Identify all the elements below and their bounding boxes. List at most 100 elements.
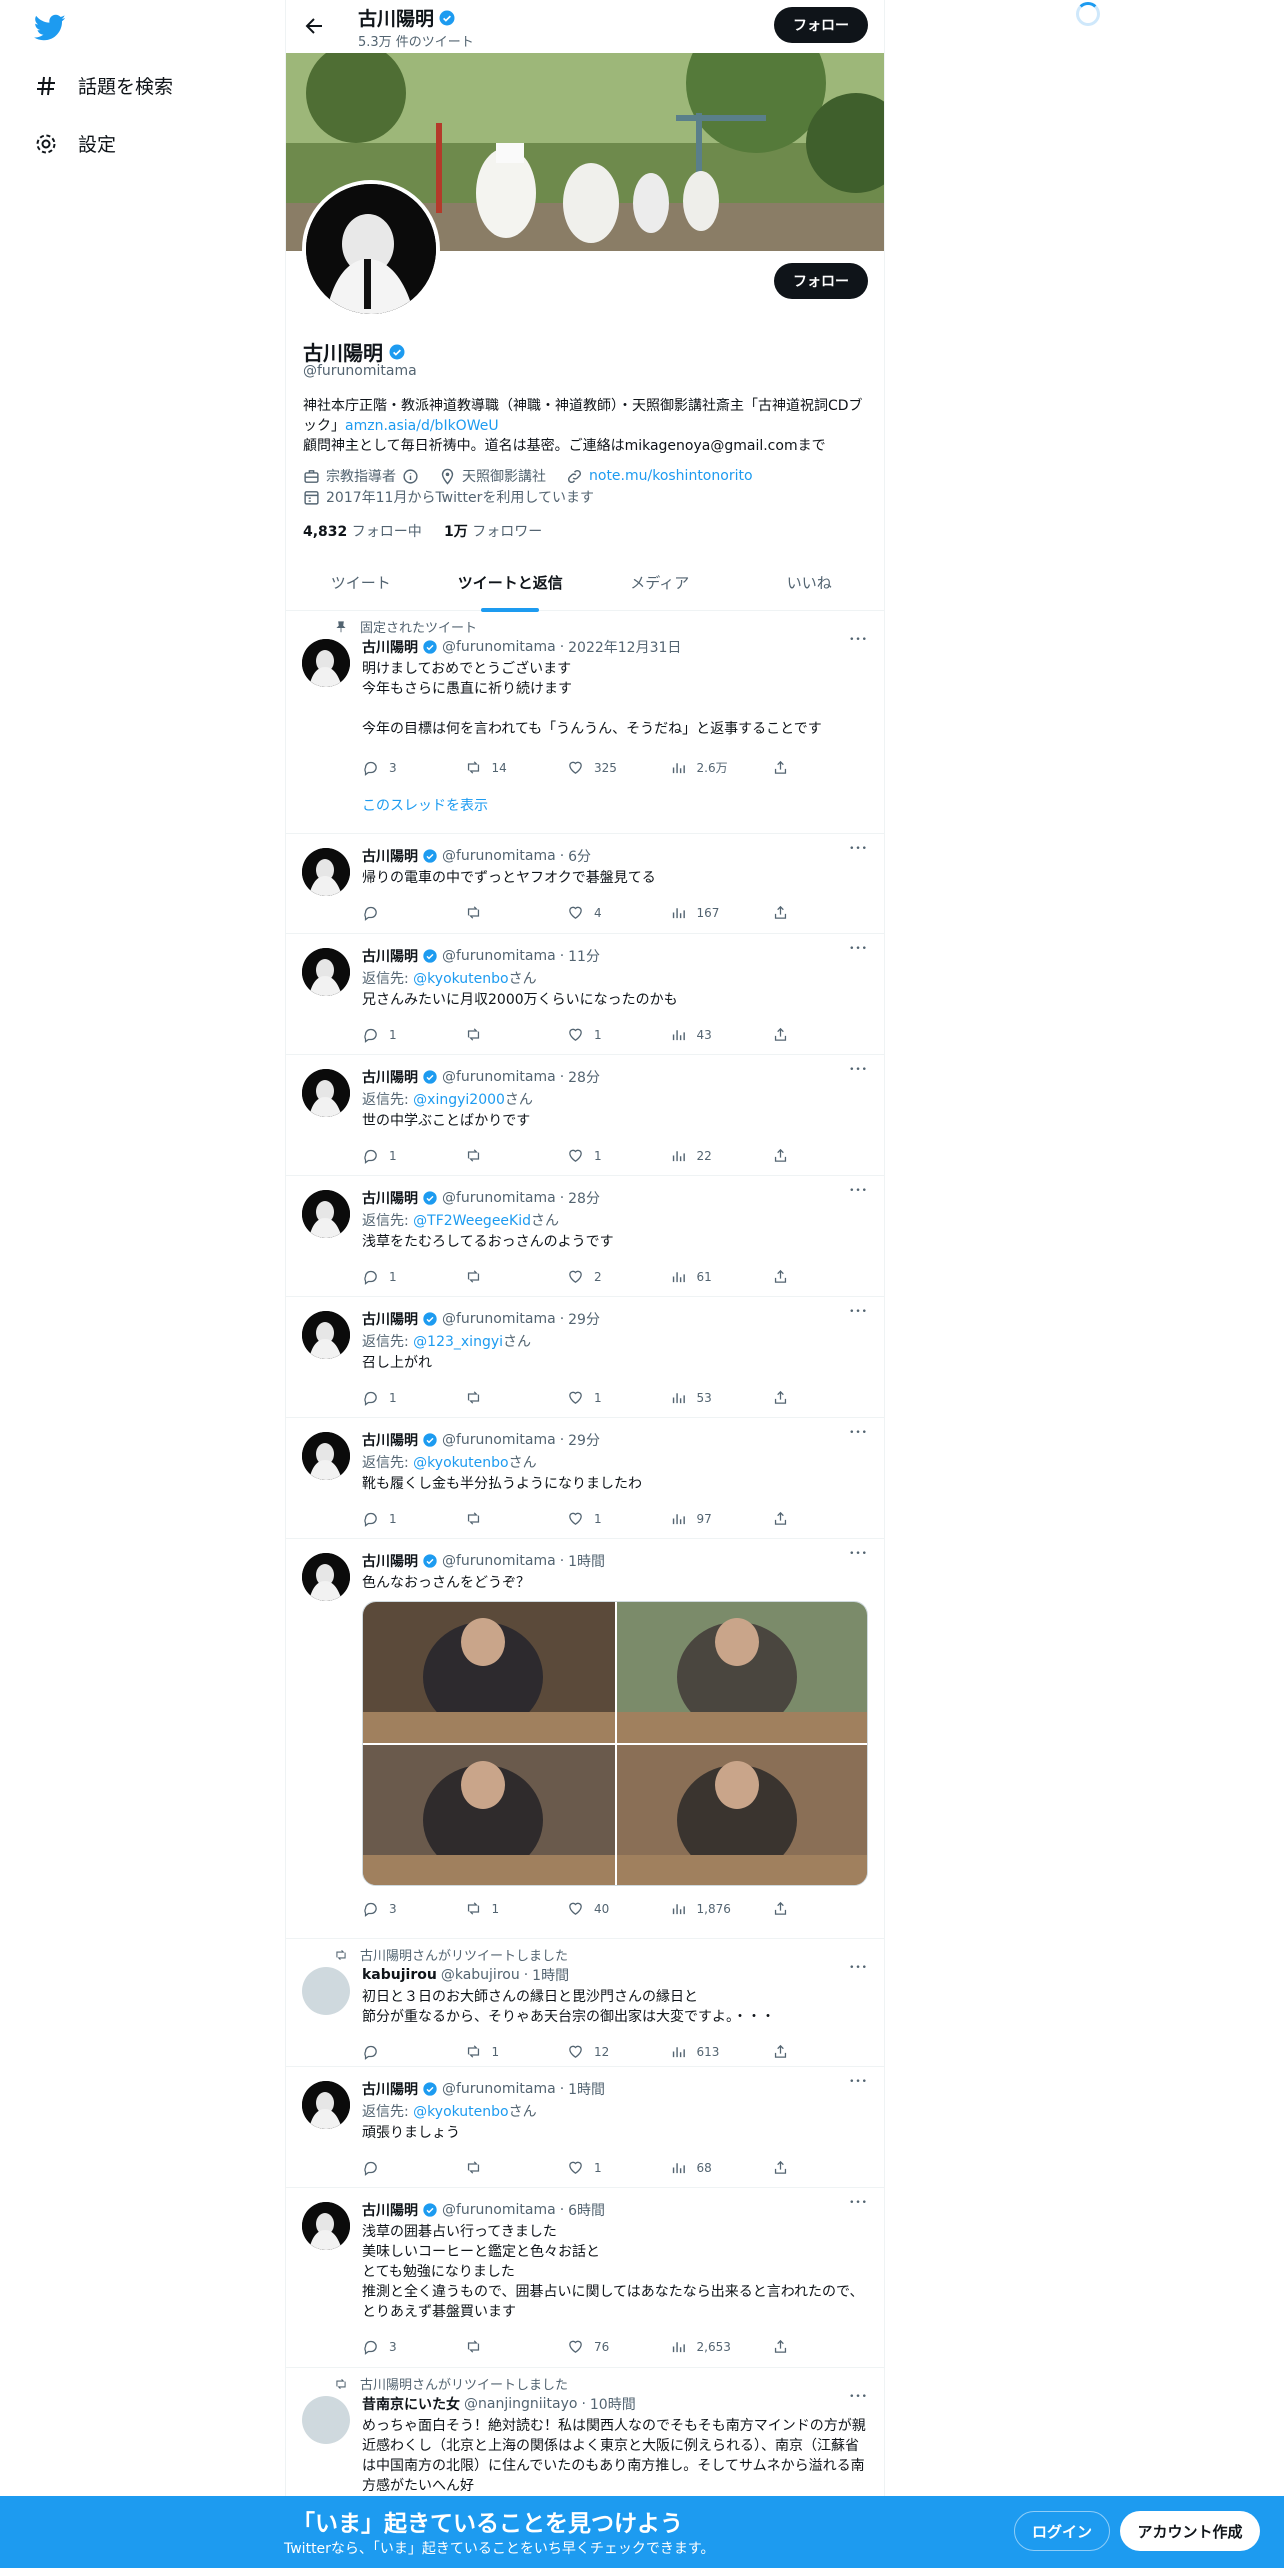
- author-name[interactable]: 古川陽明: [362, 1067, 418, 1087]
- tweet-time[interactable]: 1時間: [568, 1551, 605, 1571]
- share-button[interactable]: [772, 1147, 792, 1164]
- avatar[interactable]: [302, 1311, 350, 1359]
- views-button[interactable]: 53: [670, 1389, 740, 1406]
- share-button[interactable]: [772, 759, 792, 776]
- avatar[interactable]: [302, 1553, 350, 1601]
- more-icon[interactable]: •••: [849, 1549, 868, 1559]
- more-icon[interactable]: •••: [849, 944, 868, 954]
- views-button[interactable]: 167: [670, 904, 740, 921]
- views-button[interactable]: 68: [670, 2159, 740, 2176]
- like-button[interactable]: 40: [567, 1900, 637, 1917]
- tweet-time[interactable]: 28分: [568, 1188, 600, 1208]
- reply-button[interactable]: [362, 2043, 432, 2060]
- tweet-time[interactable]: 10時間: [590, 2394, 636, 2414]
- tweet-time[interactable]: 6分: [568, 846, 591, 866]
- retweet-button[interactable]: [465, 2338, 535, 2355]
- reply-button[interactable]: [362, 2159, 432, 2176]
- media-grid[interactable]: [362, 1601, 868, 1886]
- tweet[interactable]: 古川陽明 @furunomitama · 28分 ••• 返信先: @TF2WeegeeK…: [286, 1176, 884, 1297]
- tweet-time[interactable]: 1時間: [568, 2079, 605, 2099]
- views-button[interactable]: 613: [670, 2043, 740, 2060]
- more-icon[interactable]: •••: [849, 635, 868, 645]
- header-follow-button[interactable]: フォロー: [774, 7, 868, 43]
- more-icon[interactable]: •••: [849, 1428, 868, 1438]
- reply-button[interactable]: 1: [362, 1026, 432, 1043]
- reply-button[interactable]: 3: [362, 2338, 432, 2355]
- tweet-time[interactable]: 11分: [568, 946, 600, 966]
- media-photo[interactable]: [617, 1745, 867, 1885]
- like-button[interactable]: 1: [567, 1026, 637, 1043]
- views-button[interactable]: 1,876: [670, 1900, 740, 1917]
- tab-tweets[interactable]: ツイート: [286, 558, 436, 610]
- more-icon[interactable]: •••: [849, 1065, 868, 1075]
- tweet[interactable]: 古川陽明さんがリツイートしました kabujirou @kabujirou · 1時間 •…: [286, 1939, 884, 2067]
- views-button[interactable]: 2.6万: [670, 759, 740, 776]
- tweet[interactable]: 古川陽明 @furunomitama · 6時間 ••• 浅草の囲碁占い行ってきました 美味…: [286, 2188, 884, 2368]
- profile-url[interactable]: note.mu/koshintonorito: [589, 468, 753, 484]
- tweet[interactable]: 古川陽明 @furunomitama · 1時間 ••• 返信先: @kyokutenbo…: [286, 2067, 884, 2188]
- share-button[interactable]: [772, 2043, 792, 2060]
- tweet-time[interactable]: 29分: [568, 1430, 600, 1450]
- reply-button[interactable]: 1: [362, 1147, 432, 1164]
- avatar[interactable]: [302, 1069, 350, 1117]
- like-button[interactable]: 2: [567, 1268, 637, 1285]
- nav-explore[interactable]: 話題を検索: [34, 72, 173, 99]
- share-button[interactable]: [772, 1900, 792, 1917]
- tab-tweets-replies[interactable]: ツイートと返信: [436, 558, 586, 612]
- author-name[interactable]: 古川陽明: [362, 846, 418, 866]
- share-button[interactable]: [772, 1510, 792, 1527]
- like-button[interactable]: 1: [567, 1389, 637, 1406]
- retweet-button[interactable]: [465, 904, 535, 921]
- reply-to-handle[interactable]: @kyokutenbo: [413, 2104, 508, 2120]
- nav-settings[interactable]: 設定: [34, 130, 116, 157]
- retweet-button[interactable]: [465, 1389, 535, 1406]
- reply-button[interactable]: 1: [362, 1510, 432, 1527]
- more-icon[interactable]: •••: [849, 1307, 868, 1317]
- avatar[interactable]: [302, 1432, 350, 1480]
- author-name[interactable]: 古川陽明: [362, 2200, 418, 2220]
- reply-button[interactable]: 3: [362, 1900, 432, 1917]
- retweet-button[interactable]: 1: [465, 1900, 535, 1917]
- more-icon[interactable]: •••: [849, 2077, 868, 2087]
- share-button[interactable]: [772, 1026, 792, 1043]
- retweet-button[interactable]: [465, 1147, 535, 1164]
- twitter-bird-icon[interactable]: [34, 14, 66, 42]
- share-button[interactable]: [772, 2159, 792, 2176]
- login-button[interactable]: ログイン: [1014, 2511, 1110, 2551]
- like-button[interactable]: 1: [567, 2159, 637, 2176]
- info-icon[interactable]: [402, 468, 419, 485]
- retweet-button[interactable]: [465, 1510, 535, 1527]
- author-name[interactable]: 古川陽明: [362, 637, 418, 657]
- avatar[interactable]: [302, 639, 350, 687]
- tweet[interactable]: 古川陽明 @furunomitama · 28分 ••• 返信先: @xingyi2000…: [286, 1055, 884, 1176]
- retweet-button[interactable]: [465, 1268, 535, 1285]
- views-button[interactable]: 22: [670, 1147, 740, 1164]
- author-name[interactable]: 古川陽明: [362, 946, 418, 966]
- retweet-button[interactable]: 1: [465, 2043, 535, 2060]
- like-button[interactable]: 12: [567, 2043, 637, 2060]
- views-button[interactable]: 2,653: [670, 2338, 740, 2355]
- author-name[interactable]: 古川陽明: [362, 1309, 418, 1329]
- views-button[interactable]: 43: [670, 1026, 740, 1043]
- avatar[interactable]: [302, 2081, 350, 2129]
- author-name[interactable]: 古川陽明: [362, 1188, 418, 1208]
- profile-avatar[interactable]: [302, 180, 440, 318]
- share-button[interactable]: [772, 1389, 792, 1406]
- reply-to-handle[interactable]: @kyokutenbo: [413, 971, 508, 987]
- tweet-time[interactable]: 2022年12月31日: [568, 637, 681, 657]
- reply-button[interactable]: 1: [362, 1268, 432, 1285]
- tweet-time[interactable]: 29分: [568, 1309, 600, 1329]
- reply-to-handle[interactable]: @123_xingyi: [413, 1334, 503, 1350]
- back-arrow-icon[interactable]: [302, 14, 326, 38]
- reply-to-handle[interactable]: @TF2WeegeeKid: [413, 1213, 531, 1229]
- avatar[interactable]: [302, 1967, 350, 2015]
- tweet-time[interactable]: 1時間: [532, 1965, 569, 1985]
- avatar[interactable]: [302, 948, 350, 996]
- profile-follow-button[interactable]: フォロー: [774, 263, 868, 299]
- media-photo[interactable]: [363, 1602, 615, 1743]
- author-name[interactable]: 古川陽明: [362, 1551, 418, 1571]
- tweet[interactable]: 古川陽明 @furunomitama · 6分 ••• 帰りの電車の中でずっとヤフオクで碁…: [286, 834, 884, 934]
- like-button[interactable]: 4: [567, 904, 637, 921]
- share-button[interactable]: [772, 904, 792, 921]
- more-icon[interactable]: •••: [849, 2392, 868, 2402]
